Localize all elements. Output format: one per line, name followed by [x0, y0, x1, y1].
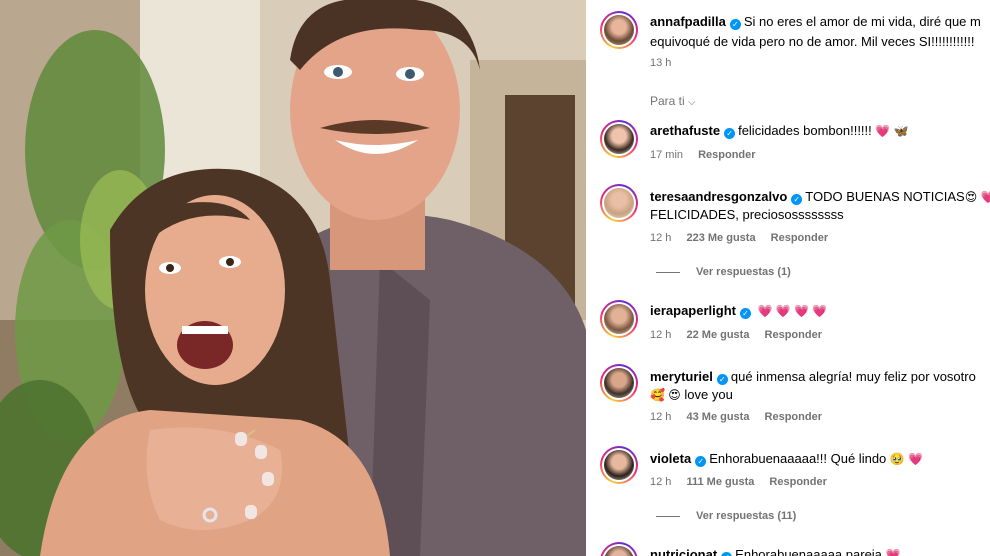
comment-time: 17 min [650, 149, 684, 161]
caption-username[interactable]: annafpadilla [650, 14, 726, 29]
avatar[interactable] [600, 184, 638, 222]
comment-username[interactable]: nutricionat [650, 547, 717, 556]
comment-text: felicidades bombon!!!!!! [738, 123, 872, 138]
comment-emojis: 💗 🦋 [875, 124, 909, 138]
comment-filter-dropdown[interactable]: Para ti ⌵ [650, 94, 696, 108]
avatar[interactable] [600, 11, 638, 49]
comment-emojis: 😍 💗 [964, 190, 990, 204]
comment-likes[interactable]: 22 Me gusta [686, 329, 749, 341]
verified-icon: ✓ [721, 552, 733, 556]
caption-time: 13 h [650, 57, 672, 69]
avatar[interactable] [600, 446, 638, 484]
comment-text: Enhorabuenaaaaa!!! Qué lindo [709, 451, 887, 466]
avatar[interactable] [600, 364, 638, 402]
comment-text: qué inmensa alegría! muy feliz por vosot… [730, 369, 976, 384]
post-photo[interactable] [0, 0, 586, 556]
comment-text: TODO BUENAS NOTICIAS [805, 189, 965, 204]
comment-time: 12 h [650, 476, 672, 488]
verified-icon: ✓ [695, 456, 707, 467]
replies-dash [656, 515, 680, 517]
comment-emojis: 💗 💗 💗 💗 [757, 304, 828, 318]
comment-text-line2: FELICIDADES, preciosossssssss [650, 207, 844, 222]
reply-button[interactable]: Responder [698, 149, 755, 161]
couple-photo-illustration [0, 0, 586, 556]
caption-text-line1: Si no eres el amor de mi vida, diré que … [743, 14, 981, 29]
comment-username[interactable]: meryturiel [650, 369, 713, 384]
view-replies-button[interactable]: Ver respuestas (11) [656, 510, 796, 522]
reply-button[interactable]: Responder [769, 476, 826, 488]
verified-icon: ✓ [716, 374, 728, 385]
comment-time: 12 h [650, 411, 672, 423]
comment-likes[interactable]: 223 Me gusta [686, 232, 755, 244]
reply-button[interactable]: Responder [765, 411, 822, 423]
replies-dash [656, 271, 680, 273]
reply-button[interactable]: Responder [771, 232, 828, 244]
comments-panel: annafpadilla ✓ Si no eres el amor de mi vi… [586, 0, 990, 556]
comment-text-line2: love you [684, 387, 733, 402]
avatar[interactable] [600, 300, 638, 338]
view-replies-label: Ver respuestas (1) [696, 266, 791, 278]
chevron-down-icon: ⌵ [688, 97, 696, 108]
comment-text: Enhorabuenaaaaa pareja [735, 547, 882, 556]
verified-icon: ✓ [791, 194, 803, 205]
comment-likes[interactable]: 111 Me gusta [686, 476, 754, 488]
reply-button[interactable]: Responder [765, 329, 822, 341]
comment-time: 12 h [650, 232, 672, 244]
view-replies-label: Ver respuestas (11) [696, 510, 797, 522]
comment-username[interactable]: teresaandresgonzalvo [650, 189, 787, 204]
filter-label: Para ti [650, 94, 685, 108]
comment-username[interactable]: arethafuste [650, 123, 720, 138]
verified-icon: ✓ [724, 128, 736, 139]
comment-emojis: 🥹 💗 [889, 452, 924, 466]
comment-emojis: 💗 [885, 548, 901, 556]
verified-icon: ✓ [739, 308, 751, 319]
caption-text-line2: equivoqué de vida pero no de amor. Mil v… [650, 34, 975, 49]
comment-username[interactable]: ierapaperlight [650, 303, 736, 318]
avatar[interactable] [600, 542, 638, 556]
comment-username[interactable]: violeta [650, 451, 691, 466]
view-replies-button[interactable]: Ver respuestas (1) [656, 266, 791, 278]
comment-time: 12 h [650, 329, 672, 341]
avatar[interactable] [600, 120, 638, 158]
verified-icon: ✓ [729, 19, 741, 30]
comment-likes[interactable]: 43 Me gusta [686, 411, 749, 423]
comment-emojis: 🥰 😍 [650, 388, 681, 402]
